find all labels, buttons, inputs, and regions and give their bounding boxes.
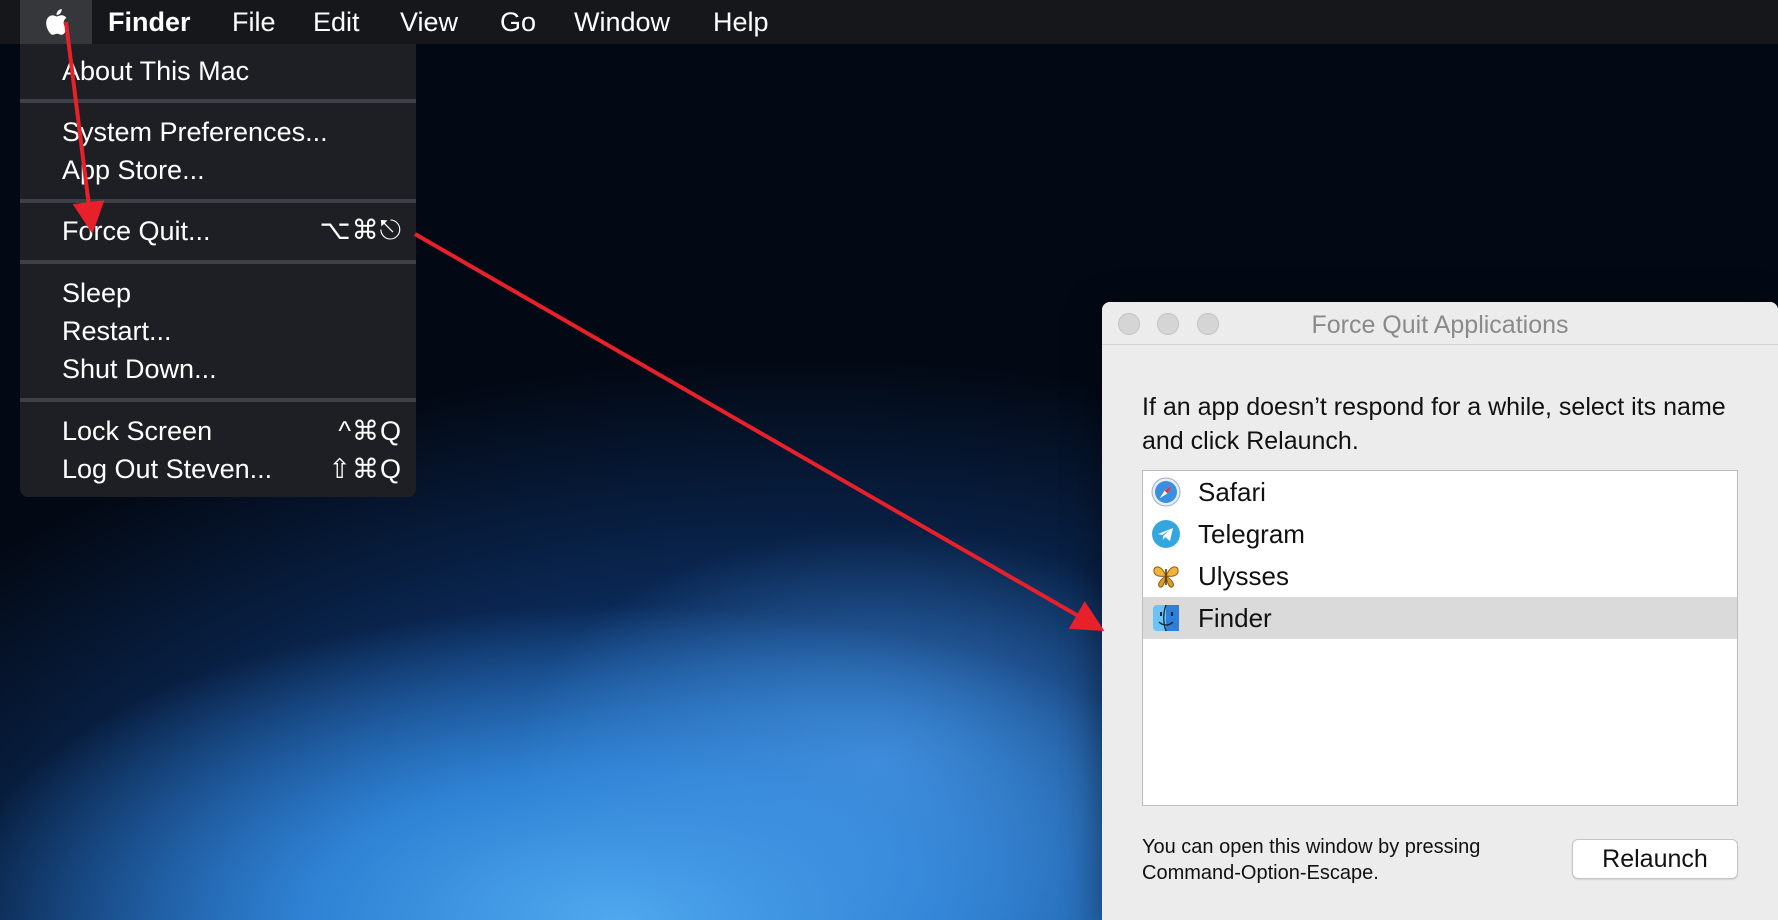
menu-bar: Finder File Edit View Go Window Help [0, 0, 1778, 44]
window-titlebar: Force Quit Applications [1102, 302, 1778, 345]
app-row-safari[interactable]: Safari [1143, 471, 1737, 513]
menu-item-force-quit[interactable]: Force Quit... ⌥⌘⎋ [62, 214, 402, 248]
menu-item-restart[interactable]: Restart... [62, 314, 402, 348]
force-quit-window: Force Quit Applications If an app doesn’… [1102, 302, 1778, 920]
menu-item-force-quit-label: Force Quit... [62, 215, 211, 246]
annotation-arrow [414, 232, 1105, 631]
finder-icon [1153, 604, 1179, 632]
relaunch-button[interactable]: Relaunch [1572, 839, 1738, 879]
app-name: Ulysses [1198, 561, 1290, 591]
lock-screen-shortcut: ^⌘Q [338, 415, 402, 446]
menu-app-name[interactable]: Finder [108, 7, 191, 38]
menu-edit[interactable]: Edit [313, 7, 360, 38]
force-quit-shortcut: ⌥⌘⎋ [319, 215, 402, 245]
app-name: Telegram [1198, 519, 1305, 549]
force-quit-description: If an app doesn’t respond for a while, s… [1142, 393, 1726, 455]
menu-item-sleep[interactable]: Sleep [62, 276, 402, 310]
app-name: Finder [1198, 603, 1272, 633]
menu-separator [20, 398, 416, 402]
keyboard-hint: You can open this window by pressing Com… [1142, 836, 1481, 884]
menu-item-system-preferences[interactable]: System Preferences... [62, 115, 402, 149]
menu-view[interactable]: View [400, 7, 458, 38]
menu-item-lock-screen[interactable]: Lock Screen ^⌘Q [62, 414, 402, 448]
menu-help[interactable]: Help [713, 7, 769, 38]
apple-menu-button[interactable] [20, 0, 92, 44]
menu-item-lock-screen-label: Lock Screen [62, 415, 213, 446]
menu-item-about[interactable]: About This Mac [62, 54, 402, 88]
telegram-icon [1152, 520, 1180, 548]
safari-icon [1151, 477, 1181, 507]
menu-go[interactable]: Go [500, 7, 536, 38]
menu-item-shut-down[interactable]: Shut Down... [62, 352, 402, 386]
menu-item-sleep-label: Sleep [62, 277, 132, 308]
menu-item-about-label: About This Mac [62, 55, 250, 86]
menu-item-log-out[interactable]: Log Out Steven... ⇧⌘Q [62, 452, 402, 486]
app-name: Safari [1198, 477, 1266, 507]
menu-item-shut-down-label: Shut Down... [62, 353, 217, 384]
apple-logo-icon [46, 9, 68, 35]
menu-separator [20, 199, 416, 203]
menu-file[interactable]: File [232, 7, 276, 38]
window-title: Force Quit Applications [1311, 311, 1569, 339]
log-out-shortcut: ⇧⌘Q [328, 453, 402, 484]
menu-item-log-out-label: Log Out Steven... [62, 453, 273, 484]
app-row-ulysses[interactable]: Ulysses [1143, 555, 1737, 597]
menu-separator [20, 99, 416, 103]
menu-separator [20, 260, 416, 264]
app-list[interactable]: Safari Telegram Ulysses Finder [1142, 470, 1738, 806]
app-row-finder[interactable]: Finder [1143, 597, 1737, 639]
apple-dropdown-menu: About This Mac System Preferences... App… [20, 44, 416, 497]
ulysses-butterfly-icon [1153, 566, 1179, 588]
menu-item-app-store[interactable]: App Store... [62, 153, 402, 187]
menu-item-restart-label: Restart... [62, 315, 172, 346]
menu-window[interactable]: Window [574, 7, 670, 38]
menu-item-system-preferences-label: System Preferences... [62, 116, 328, 147]
app-row-telegram[interactable]: Telegram [1143, 513, 1737, 555]
menu-item-app-store-label: App Store... [62, 154, 205, 185]
